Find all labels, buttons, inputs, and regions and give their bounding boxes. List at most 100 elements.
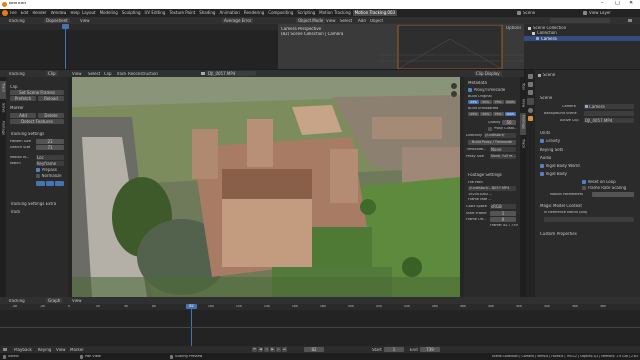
timecode-dropdown[interactable]: None (490, 147, 516, 152)
clip-display-dropdown[interactable]: Clip Display (474, 71, 502, 76)
workspace-tab[interactable]: Shading (197, 10, 217, 16)
outliner-item-camera[interactable]: Camera (524, 36, 640, 41)
close-button[interactable]: ✕ (629, 1, 633, 6)
frame-offset-field[interactable]: 0 (490, 217, 516, 222)
workspace-tab-active[interactable]: Motion Tracking.003 (352, 10, 398, 16)
proxy-timecode-checkbox[interactable]: Proxy/Timecode (468, 88, 505, 92)
metadata-header[interactable]: Metadata (468, 81, 487, 85)
dopesheet-playhead[interactable] (65, 24, 66, 69)
keying-sets-header[interactable]: Keying Sets (540, 148, 563, 152)
background-scene-field[interactable] (584, 111, 634, 116)
graph-playhead[interactable] (191, 304, 192, 346)
timeline-view-menu[interactable]: View (56, 348, 66, 352)
und-50-toggle[interactable]: 50% (480, 112, 492, 116)
track-section-header[interactable]: Track (10, 210, 20, 214)
start-frame-field[interactable]: 1 (384, 347, 404, 352)
menu-help[interactable]: Help (70, 11, 79, 15)
clip-track-menu[interactable]: Track (116, 72, 126, 76)
clip-editor-mode-dropdown[interactable]: Tracking (8, 72, 25, 76)
frame-rate-scaling-checkbox[interactable]: Frame Rate Scaling (582, 186, 626, 190)
color-space-dropdown[interactable]: sRGB (490, 204, 516, 209)
viewport-select-menu[interactable]: Select (340, 19, 352, 23)
outliner-search-input[interactable] (550, 18, 610, 23)
marker-menu[interactable]: Marker (70, 348, 84, 352)
workspace-tab[interactable]: Scripting (295, 10, 317, 16)
graph-current-frame-badge[interactable]: 82 (186, 304, 197, 309)
workspace-tab[interactable]: Animation (217, 10, 241, 16)
motion-model-dropdown[interactable]: Loc (36, 155, 64, 160)
start-frame-field[interactable]: 1 (490, 211, 516, 216)
clip-reconstruction-menu[interactable]: Reconstruction (128, 72, 158, 76)
jump-keyframe-forward-icon[interactable]: ▷ (276, 347, 281, 352)
minimize-button[interactable]: – (601, 1, 604, 6)
units-header[interactable]: Units (540, 131, 550, 135)
gravity-header[interactable]: Gravity (540, 139, 560, 143)
viewport-add-menu[interactable]: Add (358, 19, 366, 23)
workspace-tab[interactable]: Layout (80, 10, 98, 16)
add-marker-button[interactable]: Add (10, 113, 36, 118)
workspace-tab[interactable]: UV Editing (143, 10, 168, 16)
marker-section-header[interactable]: Marker (10, 106, 24, 110)
scene-section-header[interactable]: Scene (540, 96, 552, 100)
clip-file-selector[interactable]: DJI_0057.MP4 (206, 71, 256, 76)
viewport-object-menu[interactable]: Object (370, 19, 383, 23)
orig-100-toggle[interactable]: 100% (504, 100, 516, 104)
outliner-item-scene-collection[interactable]: Scene Collection (528, 26, 566, 30)
orig-50-toggle[interactable]: 50% (480, 100, 492, 104)
reset-on-loop-checkbox[interactable]: Reset on Loop (582, 180, 616, 184)
green-channel-toggle[interactable] (45, 181, 55, 186)
viewport-view-menu[interactable]: View (326, 19, 336, 23)
normalize-checkbox[interactable]: Normalize (36, 174, 62, 178)
dopesheet-mode-dropdown[interactable]: Dopesheet (44, 18, 70, 23)
audio-header[interactable]: Audio (540, 156, 551, 160)
clip-section-header[interactable]: Clip (10, 85, 18, 89)
outliner-item-collection[interactable]: Collection (532, 31, 557, 35)
active-clip-field[interactable]: DJI_0057.MP4 (584, 118, 634, 123)
clip-clip-menu[interactable]: Clip (104, 72, 112, 76)
hand-icon[interactable] (451, 91, 457, 97)
jump-end-icon[interactable]: ⏭ (282, 347, 287, 352)
magic-model-header[interactable]: Magic Model Context (540, 204, 582, 208)
menu-file[interactable]: File (10, 11, 17, 15)
und-25-toggle[interactable]: 25% (468, 112, 480, 116)
play-reverse-icon[interactable]: ◁ (264, 347, 269, 352)
camera-field[interactable]: Camera (584, 104, 634, 109)
average-error-dropdown[interactable]: Average Error (222, 18, 254, 23)
orig-75-toggle[interactable]: 75% (492, 100, 504, 104)
play-icon[interactable]: ▶ (270, 347, 275, 352)
blue-channel-toggle[interactable] (55, 181, 65, 186)
proxy-size-dropdown[interactable]: None, full re... (490, 154, 516, 159)
zoom-icon[interactable] (451, 83, 457, 89)
tracking-settings-extra-header[interactable]: Tracking Settings Extra (10, 202, 56, 206)
tool-icon[interactable] (528, 74, 533, 79)
object-icon[interactable] (528, 116, 533, 121)
workspace-tab[interactable]: Sculpting (120, 10, 143, 16)
build-proxy-button[interactable]: Build Proxy / Timecode (468, 140, 516, 145)
scene-selector[interactable]: Scene (523, 11, 535, 15)
menu-edit[interactable]: Edit (21, 11, 29, 15)
render-icon[interactable] (528, 82, 533, 87)
file-path-field[interactable]: //undistort/...DJI57.MP4 (468, 186, 516, 191)
jump-keyframe-back-icon[interactable]: ◀ (258, 347, 263, 352)
jump-start-icon[interactable]: ⏮ (252, 347, 257, 352)
workspace-tab[interactable]: Motion Tracking (317, 10, 352, 16)
directory-field[interactable]: //undistort/ (484, 133, 516, 138)
und-75-toggle[interactable]: 75% (492, 112, 504, 116)
detect-features-button[interactable]: Detect Features (10, 119, 64, 124)
playback-menu[interactable]: Playback (14, 348, 32, 352)
workspace-tab[interactable]: Texture Paint (167, 10, 197, 16)
maximize-button[interactable]: □ (615, 1, 620, 6)
match-dropdown[interactable]: Keyframe (36, 161, 64, 166)
clip-select-menu[interactable]: Select (88, 72, 100, 76)
workspace-tab[interactable]: Modeling (98, 10, 120, 16)
viewport-3d[interactable]: Object Mode View Select Add Object Optio… (278, 17, 524, 69)
graph-view-menu[interactable]: View (72, 299, 82, 303)
rigid-body-header[interactable]: Rigid Body (540, 172, 567, 176)
clip-view-menu[interactable]: View (72, 72, 82, 76)
reload-button[interactable]: Reload (38, 96, 64, 101)
workspace-tab[interactable]: Rendering (242, 10, 266, 16)
clip-view-dropdown[interactable]: Clip (46, 71, 58, 76)
keying-menu[interactable]: Keying (38, 348, 51, 352)
blender-menu-icon[interactable] (2, 10, 8, 16)
scene-properties-icon[interactable] (527, 98, 534, 105)
